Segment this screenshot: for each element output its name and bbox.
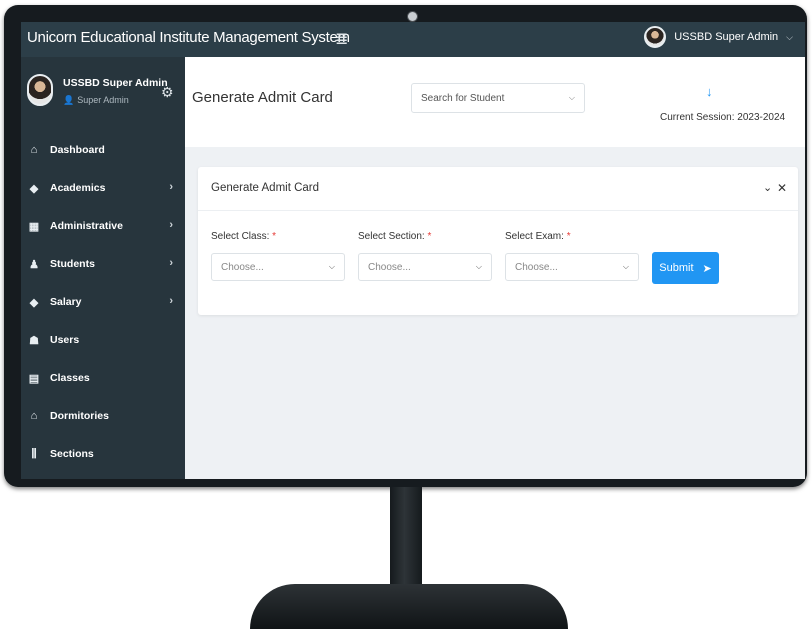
- chevron-right-icon: ›: [169, 181, 173, 193]
- sidebar-item-label: Administrative: [50, 220, 123, 232]
- sidebar-item-students[interactable]: ♟ Students ›: [21, 245, 185, 283]
- sidebar: USSBD Super Admin 👤 Super Admin ⚙ ⌂ Dashbo…: [21, 57, 185, 479]
- screen: Unicorn Educational Institute Management…: [21, 22, 805, 479]
- gear-icon[interactable]: ⚙: [161, 84, 174, 101]
- search-placeholder: Search for Student: [421, 93, 505, 104]
- chevron-right-icon: ›: [169, 219, 173, 231]
- top-bar: Unicorn Educational Institute Management…: [21, 22, 805, 57]
- salary-cap-icon: ◆: [29, 296, 39, 309]
- chevron-down-icon: ⌵: [475, 262, 482, 271]
- avatar: [644, 26, 667, 48]
- section-label: Select Section: *: [358, 231, 431, 242]
- sidebar-item-dormitories[interactable]: ⌂ Dormitories: [21, 397, 185, 435]
- sidebar-item-users[interactable]: ☗ Users: [21, 321, 185, 359]
- current-session: Current Session: 2023-2024: [660, 112, 786, 123]
- card-title: Generate Admit Card: [211, 182, 320, 194]
- class-label: Select Class: *: [211, 231, 276, 242]
- sidebar-nav: ⌂ Dashboard ◆ Academics › ▦ Administrative › …: [21, 131, 185, 473]
- submit-label: Submit: [659, 262, 694, 274]
- graduation-cap-icon: ◆: [29, 182, 39, 195]
- hamburger-icon[interactable]: ≣: [335, 29, 348, 49]
- profile-role: 👤 Super Admin: [63, 95, 129, 106]
- exam-select[interactable]: Choose... ⌵: [505, 253, 639, 281]
- user-icon: 👤: [63, 95, 75, 105]
- student-search-select[interactable]: Search for Student ⌵: [411, 83, 585, 113]
- sidebar-item-label: Dashboard: [50, 144, 105, 156]
- sidebar-item-label: Academics: [50, 182, 106, 194]
- webcam: [407, 11, 418, 22]
- sidebar-item-academics[interactable]: ◆ Academics ›: [21, 169, 185, 207]
- class-select[interactable]: Choose... ⌵: [211, 253, 345, 281]
- building-icon: ▦: [28, 220, 40, 233]
- dormitory-icon: ⌂: [30, 410, 38, 422]
- required-mark: *: [427, 231, 432, 242]
- chevron-down-icon: ⌵: [328, 262, 335, 271]
- user-name: USSBD Super Admin: [674, 31, 779, 43]
- sidebar-item-label: Sections: [50, 448, 94, 460]
- class-label-text: Select Class:: [211, 231, 270, 242]
- sections-icon: ⫼: [31, 447, 37, 460]
- chevron-down-icon: ⌵: [622, 262, 629, 271]
- page-header: Generate Admit Card Search for Student ⌵…: [185, 57, 805, 147]
- page-title: Generate Admit Card: [192, 89, 333, 106]
- home-icon: ⌂: [30, 144, 38, 156]
- chevron-right-icon: ›: [169, 257, 173, 269]
- monitor-stand-neck: [390, 487, 422, 587]
- exam-label-text: Select Exam:: [505, 231, 564, 242]
- section-select[interactable]: Choose... ⌵: [358, 253, 492, 281]
- monitor-bezel: Unicorn Educational Institute Management…: [4, 5, 807, 487]
- collapse-icon[interactable]: ⌄: [763, 181, 772, 194]
- user-menu[interactable]: USSBD Super Admin ⌵: [644, 26, 793, 48]
- users-icon: ☗: [29, 334, 39, 347]
- chevron-down-icon: ⌵: [786, 31, 793, 42]
- app-title: Unicorn Educational Institute Management…: [27, 29, 350, 46]
- chevron-down-icon: ⌵: [568, 93, 575, 102]
- chevron-right-icon: ›: [169, 295, 173, 307]
- sidebar-item-label: Users: [50, 334, 80, 346]
- required-mark: *: [566, 231, 571, 242]
- send-icon: ➤: [702, 262, 712, 275]
- sidebar-item-salary[interactable]: ◆ Salary ›: [21, 283, 185, 321]
- exam-select-value: Choose...: [515, 262, 558, 273]
- clipboard-icon: ▤: [28, 372, 40, 385]
- sidebar-item-label: Classes: [50, 372, 90, 384]
- admit-card-form: Generate Admit Card ⌄ ✕ Select Class: * …: [198, 167, 798, 315]
- student-icon: ♟: [29, 258, 39, 271]
- required-mark: *: [272, 231, 277, 242]
- sidebar-profile: USSBD Super Admin 👤 Super Admin ⚙: [21, 57, 185, 127]
- sidebar-item-label: Students: [50, 258, 95, 270]
- sidebar-item-sections[interactable]: ⫼ Sections: [21, 435, 185, 473]
- section-label-text: Select Section:: [358, 231, 425, 242]
- download-arrow-icon[interactable]: ↓: [706, 84, 713, 99]
- submit-button[interactable]: Submit ➤: [652, 252, 719, 284]
- profile-avatar: [27, 74, 53, 106]
- profile-role-label: Super Admin: [77, 95, 129, 105]
- class-select-value: Choose...: [221, 262, 264, 273]
- sidebar-item-label: Dormitories: [50, 410, 109, 422]
- monitor-stand-base: [250, 584, 568, 629]
- sidebar-item-classes[interactable]: ▤ Classes: [21, 359, 185, 397]
- profile-name: USSBD Super Admin: [63, 77, 168, 89]
- card-header: Generate Admit Card ⌄ ✕: [198, 167, 798, 211]
- sidebar-item-dashboard[interactable]: ⌂ Dashboard: [21, 131, 185, 169]
- section-select-value: Choose...: [368, 262, 411, 273]
- exam-label: Select Exam: *: [505, 231, 571, 242]
- sidebar-item-administrative[interactable]: ▦ Administrative ›: [21, 207, 185, 245]
- close-icon[interactable]: ✕: [777, 181, 787, 195]
- sidebar-item-label: Salary: [50, 296, 82, 308]
